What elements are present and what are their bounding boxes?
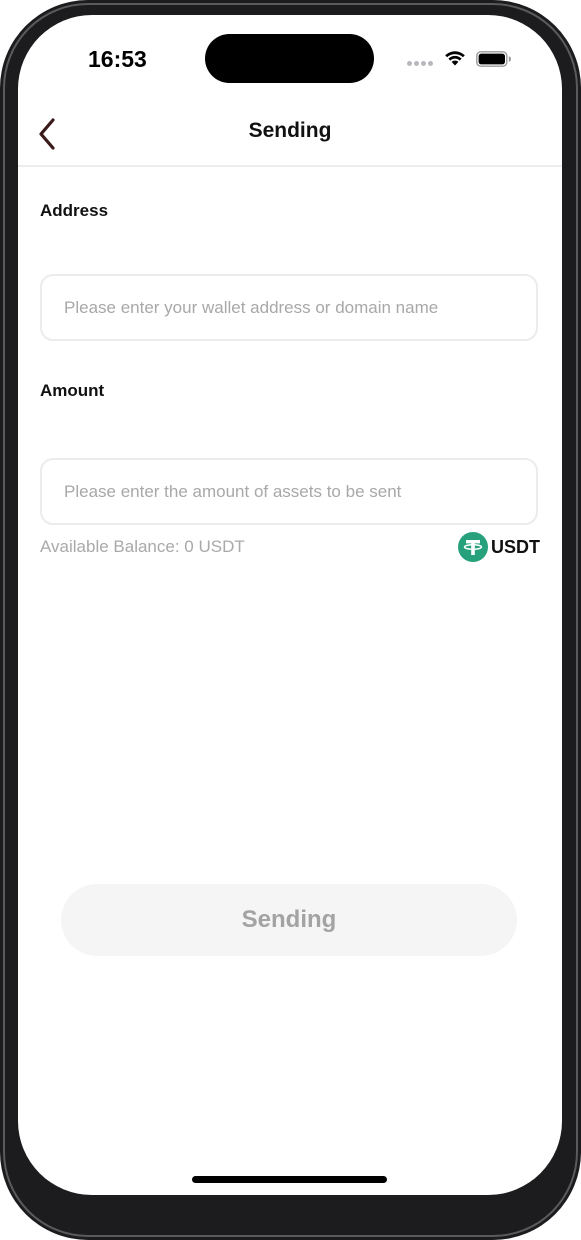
amount-label: Amount: [40, 381, 105, 400]
token-symbol: USDT: [491, 536, 540, 557]
address-input[interactable]: [42, 276, 536, 339]
app-screen: 16:53 Sending Address Amount Available B…: [18, 15, 562, 1195]
amount-input[interactable]: [42, 460, 536, 523]
home-indicator: [192, 1176, 387, 1183]
wifi-icon: [445, 51, 465, 66]
page-title: Sending: [248, 119, 332, 142]
status-time: 16:53: [88, 46, 147, 72]
navigation-bar: Sending: [18, 95, 562, 167]
dynamic-island: [205, 34, 374, 83]
address-field-container: [40, 274, 538, 341]
tether-icon: [458, 532, 488, 562]
send-button[interactable]: Sending: [61, 884, 517, 956]
amount-field-container: [40, 458, 538, 525]
battery-icon: [476, 51, 511, 67]
available-balance: Available Balance: 0 USDT: [40, 537, 245, 556]
address-label: Address: [40, 201, 109, 220]
token-selector[interactable]: USDT: [458, 532, 540, 562]
cellular-signal-icon: [407, 61, 435, 67]
